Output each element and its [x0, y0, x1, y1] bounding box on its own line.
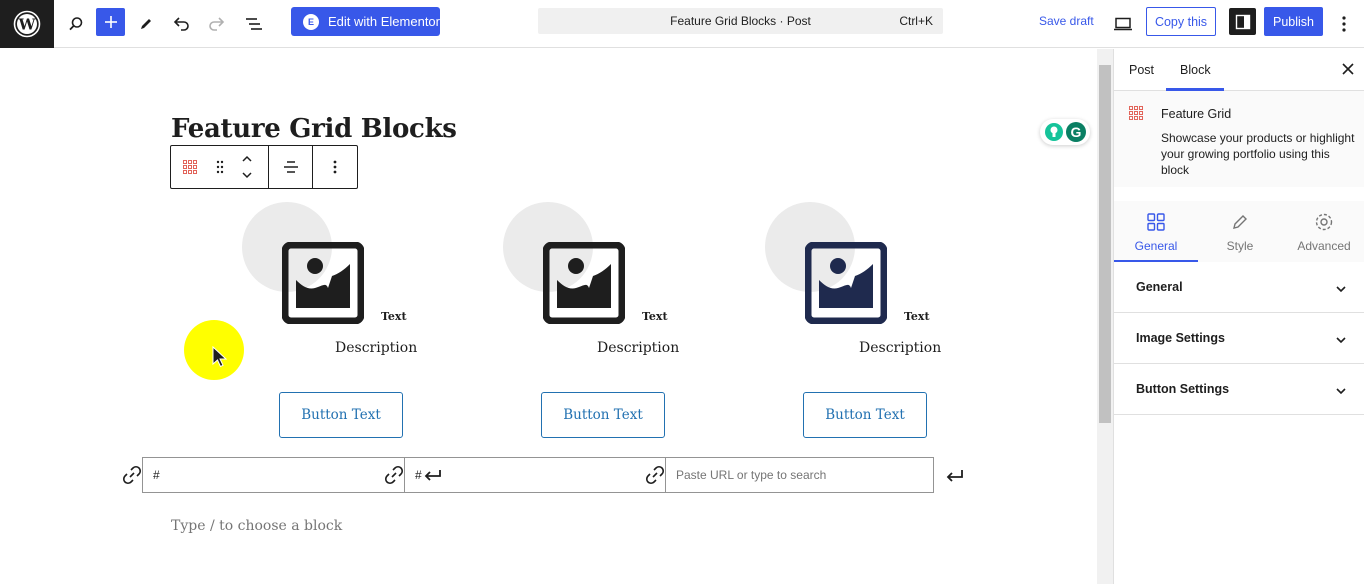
panel-label: Image Settings — [1136, 331, 1225, 345]
chevron-down-icon — [1336, 388, 1346, 395]
panel-label: Button Settings — [1136, 382, 1230, 396]
block-description: Showcase your products or highlight your… — [1161, 131, 1355, 177]
block-options-icon[interactable] — [313, 146, 357, 188]
desktop-preview-icon[interactable] — [1107, 8, 1139, 40]
link-icon — [122, 465, 142, 485]
canvas-scrollbar[interactable] — [1097, 49, 1113, 584]
search-icon[interactable] — [60, 8, 92, 40]
panel-label: General — [1136, 280, 1183, 294]
settings-panel-toggle[interactable] — [1229, 8, 1256, 35]
editor-top-toolbar: W E Edit with Elementor Feature Grid Blo… — [0, 0, 1364, 48]
elementor-button-label: Edit with Elementor — [328, 14, 440, 29]
tab-advanced-label: Advanced — [1297, 239, 1351, 253]
more-vertical-icon[interactable] — [1328, 8, 1360, 40]
command-shortcut: Ctrl+K — [899, 14, 933, 28]
mouse-pointer-icon — [212, 346, 228, 368]
drag-handle-icon[interactable] — [209, 146, 231, 188]
image-icon[interactable] — [282, 242, 364, 324]
settings-sidebar: Post Block Feature Grid Showcase your pr… — [1113, 49, 1364, 584]
redo-icon[interactable] — [201, 8, 233, 40]
tab-post[interactable]: Post — [1129, 63, 1154, 77]
plus-icon — [104, 16, 117, 28]
brush-icon — [1233, 215, 1247, 229]
inspector-sub-tabs: General Style Advanced — [1114, 201, 1364, 262]
document-title: Feature Grid Blocks · Post — [670, 14, 811, 28]
edit-with-elementor-button[interactable]: E Edit with Elementor — [291, 7, 440, 36]
grammarly-widget[interactable]: G — [1040, 119, 1090, 145]
wordpress-logo-icon[interactable]: W — [0, 0, 54, 48]
feature-button[interactable]: Button Text — [541, 392, 665, 438]
undo-icon[interactable] — [165, 8, 197, 40]
save-draft-button[interactable]: Save draft — [1039, 14, 1094, 28]
scrollbar-thumb[interactable] — [1099, 65, 1111, 423]
block-appender-hint[interactable]: Type / to choose a block — [171, 518, 342, 534]
feature-text[interactable]: Text — [642, 310, 668, 323]
enter-icon — [424, 470, 441, 481]
chevron-down-icon — [1336, 337, 1346, 344]
align-icon[interactable] — [269, 146, 312, 188]
tab-general[interactable]: General — [1114, 201, 1198, 262]
feature-grid-block-icon — [1129, 106, 1143, 120]
tab-style[interactable]: Style — [1198, 201, 1282, 262]
block-name: Feature Grid — [1161, 107, 1232, 121]
block-toolbar — [170, 145, 358, 189]
publish-button[interactable]: Publish — [1264, 7, 1323, 36]
feature-text[interactable]: Text — [904, 310, 930, 323]
panel-image-settings[interactable]: Image Settings — [1114, 313, 1364, 364]
feature-text[interactable]: Text — [381, 310, 407, 323]
tab-block[interactable]: Block — [1180, 63, 1211, 77]
feature-description[interactable]: Description — [597, 340, 679, 356]
link-icon — [384, 465, 404, 485]
add-block-button[interactable] — [96, 8, 125, 36]
tab-advanced[interactable]: Advanced — [1282, 201, 1364, 262]
button-url-field[interactable]: Paste URL or type to search — [665, 457, 934, 493]
sidebar-icon — [1235, 14, 1250, 29]
elementor-icon: E — [303, 13, 319, 30]
command-palette-bar[interactable]: Feature Grid Blocks · Post Ctrl+K — [538, 8, 943, 34]
link-icon — [645, 465, 665, 485]
copy-this-button[interactable]: Copy this — [1146, 7, 1216, 36]
list-view-icon[interactable] — [238, 8, 270, 40]
chevron-down-icon — [1336, 286, 1346, 293]
svg-text:G: G — [1071, 124, 1082, 140]
feature-description[interactable]: Description — [859, 340, 941, 356]
feature-button[interactable]: Button Text — [803, 392, 927, 438]
grid-icon — [1147, 213, 1165, 231]
panel-general[interactable]: General — [1114, 262, 1364, 313]
move-up-down-icon[interactable] — [233, 146, 261, 188]
feature-grid-block-icon[interactable] — [175, 146, 205, 188]
tab-style-label: Style — [1226, 239, 1254, 253]
tab-general-label: General — [1134, 239, 1178, 253]
close-icon[interactable] — [1340, 61, 1356, 77]
panel-button-settings[interactable]: Button Settings — [1114, 364, 1364, 415]
url-value: # — [153, 468, 160, 482]
post-title[interactable]: Feature Grid Blocks — [171, 114, 457, 144]
gear-icon — [1315, 213, 1333, 231]
enter-icon[interactable] — [946, 469, 964, 483]
button-url-field[interactable]: # — [142, 457, 406, 493]
button-url-field[interactable]: # — [404, 457, 668, 493]
svg-text:W: W — [18, 16, 37, 34]
block-card: Feature Grid Showcase your products or h… — [1114, 91, 1364, 187]
feature-description[interactable]: Description — [335, 340, 417, 356]
feature-button[interactable]: Button Text — [279, 392, 403, 438]
image-icon[interactable] — [543, 242, 625, 324]
image-icon[interactable] — [805, 242, 887, 324]
sidebar-tabs: Post Block — [1114, 49, 1364, 91]
pencil-icon[interactable] — [130, 8, 162, 40]
url-placeholder: Paste URL or type to search — [676, 468, 827, 482]
url-value: # — [415, 468, 422, 482]
